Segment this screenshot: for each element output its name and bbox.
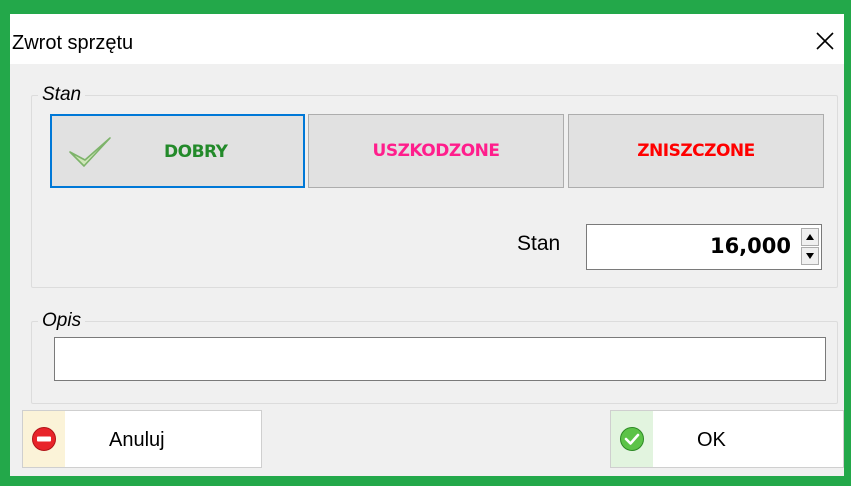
title-bar: Zwrot sprzętu [10, 14, 844, 64]
state-button-uszkodzone[interactable]: USZKODZONE [308, 114, 564, 188]
state-button-dobry[interactable]: DOBRY [50, 114, 305, 188]
stepper-up-button[interactable] [801, 228, 819, 246]
cancel-button[interactable]: Anuluj [22, 410, 262, 468]
stan-field-label: Stan [517, 232, 561, 255]
stan-group-legend: Stan [42, 84, 82, 105]
dialog-window: Zwrot sprzętu Stan DOBRY USZKODZONE ZNIS… [10, 14, 844, 476]
ok-button-label: OK [697, 429, 726, 451]
check-icon [68, 136, 112, 175]
no-entry-icon [23, 411, 65, 467]
opis-group-legend: Opis [42, 310, 82, 331]
state-button-dobry-label: DOBRY [164, 142, 228, 162]
ok-check-icon [611, 411, 653, 467]
state-button-uszkodzone-label: USZKODZONE [372, 141, 500, 161]
state-button-zniszczone-label: ZNISZCZONE [637, 141, 755, 161]
stan-quantity-value: 16,000 [709, 234, 791, 258]
quantity-stepper [801, 228, 819, 266]
window-title: Zwrot sprzętu [12, 32, 134, 54]
close-icon[interactable] [812, 28, 838, 54]
stan-quantity-input[interactable]: 16,000 [586, 224, 822, 270]
stepper-down-button[interactable] [801, 247, 819, 265]
chevron-down-icon [806, 253, 814, 259]
ok-button[interactable]: OK [610, 410, 844, 468]
cancel-button-label: Anuluj [109, 429, 165, 451]
opis-input[interactable] [54, 337, 826, 381]
state-button-zniszczone[interactable]: ZNISZCZONE [568, 114, 824, 188]
chevron-up-icon [806, 234, 814, 240]
